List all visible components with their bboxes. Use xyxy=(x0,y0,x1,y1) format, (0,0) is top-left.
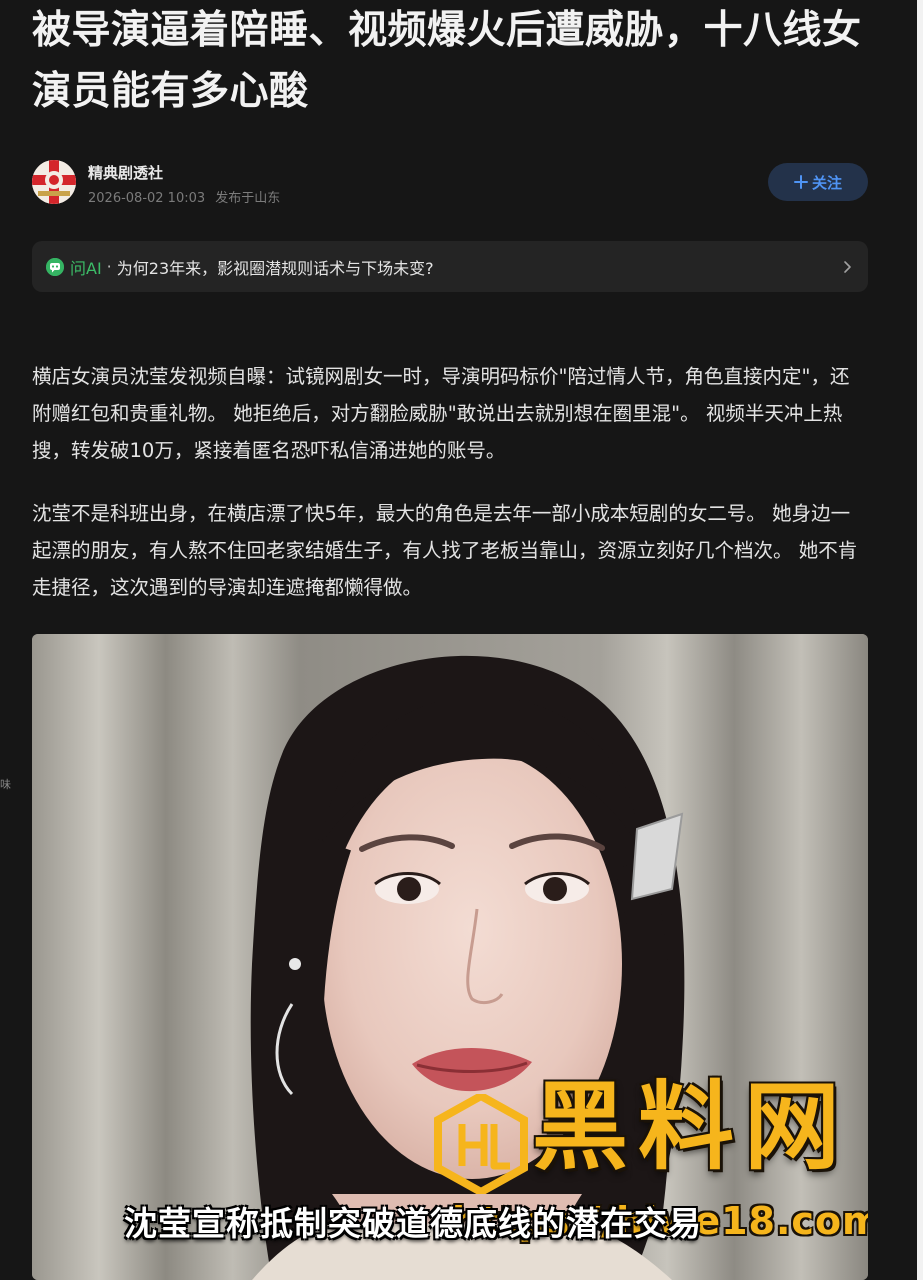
publish-info: 2026-08-02 10:03 发布于山东 xyxy=(88,187,280,206)
article-paragraph: 横店女演员沈莹发视频自曝：试镜网剧女一时，导演明码标价"陪过情人节，角色直接内定… xyxy=(32,365,850,462)
adjacent-panel-text: 味 xyxy=(0,778,11,791)
publish-date: 2026-08-02 10:03 xyxy=(88,191,206,206)
article-paragraph: 沈莹不是科班出身，在横店漂了快5年，最大的角色是去年一部小成本短剧的女二号。 她… xyxy=(32,502,858,599)
article-title: 被导演逼着陪睡、视频爆火后遭威胁，十八线女演员能有多心酸 xyxy=(32,8,862,114)
adjacent-panel-edge xyxy=(917,0,923,1280)
image-caption: 沈莹宣称抵制突破道德底线的潜在交易 xyxy=(124,1204,702,1243)
ask-ai-bar[interactable]: 问AI · 为何23年来，影视圈潜规则话术与下场未变? xyxy=(32,241,868,292)
ai-separator: · xyxy=(106,257,112,276)
chevron-right-icon xyxy=(844,260,851,273)
article-page: 味 被导演逼着陪睡、视频爆火后遭威胁，十八线女演员能有多心酸 精典剧透社 202… xyxy=(0,0,923,1280)
ai-question: 为何23年来，影视圈潜规则话术与下场未变? xyxy=(116,258,434,278)
article-image[interactable]: 黑料网 https://hlwe18.com xyxy=(32,634,868,1280)
follow-button[interactable]: 关注 xyxy=(768,163,868,201)
article-body: 横店女演员沈莹发视频自曝：试镜网剧女一时，导演明码标价"陪过情人节，角色直接内定… xyxy=(32,358,868,632)
ai-chat-icon xyxy=(46,257,64,276)
follow-label: 关注 xyxy=(811,174,842,192)
author-name[interactable]: 精典剧透社 xyxy=(88,162,163,183)
watermark-brand: 黑料网 xyxy=(532,1071,850,1183)
ai-label: 问AI xyxy=(70,258,102,278)
plus-icon xyxy=(793,175,808,189)
author-row: 精典剧透社 2026-08-02 10:03 发布于山东 关注 xyxy=(32,158,868,206)
watermark-logo-icon xyxy=(434,1094,528,1194)
publish-location: 发布于山东 xyxy=(215,191,281,206)
author-avatar[interactable] xyxy=(32,160,76,204)
